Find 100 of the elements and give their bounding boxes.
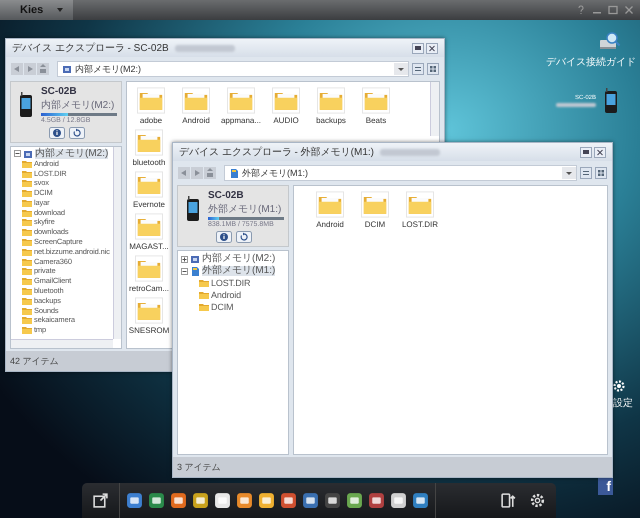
- tree-item[interactable]: 内部メモリ(M2:): [202, 254, 276, 264]
- list-view-button[interactable]: [412, 63, 424, 75]
- scrollbar[interactable]: [11, 339, 113, 348]
- folder-name: adobe: [140, 116, 162, 125]
- app-tile-icon[interactable]: [368, 492, 385, 509]
- app-tile-icon[interactable]: [126, 492, 143, 509]
- dropdown-caret-icon[interactable]: [562, 167, 576, 179]
- social-share-button[interactable]: f: [598, 478, 613, 495]
- address-field[interactable]: 外部メモリ(M1:): [224, 165, 577, 181]
- close-icon[interactable]: [624, 5, 634, 15]
- folder-icon: [199, 302, 209, 312]
- app-tile-icon[interactable]: [346, 492, 363, 509]
- folder-icon: [22, 188, 32, 198]
- folder-icon: [22, 296, 32, 306]
- list-view-button[interactable]: [580, 167, 592, 179]
- icon-view-button[interactable]: [595, 167, 607, 179]
- desktop-icon-label: デバイス接続ガイド: [546, 56, 636, 69]
- folder-icon: [22, 198, 32, 208]
- folder-icon: [22, 217, 32, 228]
- app-tile-icon[interactable]: [390, 492, 407, 509]
- dropdown-caret-icon[interactable]: [394, 63, 408, 75]
- storage-name: 内部メモリ(M2:): [41, 98, 116, 112]
- scrollbar[interactable]: [430, 82, 439, 136]
- help-icon[interactable]: [576, 5, 586, 15]
- app-tile-icon[interactable]: [170, 492, 187, 509]
- expand-icon[interactable]: [181, 256, 188, 262]
- app-tile-icon[interactable]: [236, 492, 253, 509]
- folder-icon: [22, 168, 32, 178]
- folder-name: Android: [316, 220, 344, 229]
- window-title: デバイス エクスプローラ - 外部メモリ(M1:): [179, 146, 374, 159]
- scrollbar[interactable]: [113, 147, 121, 339]
- folder-icon: [22, 227, 32, 238]
- folder-icon: [22, 208, 32, 218]
- folder-name: DCIM: [364, 220, 386, 229]
- close-button[interactable]: [594, 146, 606, 158]
- folder-icon: [22, 246, 32, 257]
- folder-name: MAGAST...: [129, 242, 169, 251]
- app-tile-icon[interactable]: [280, 492, 297, 509]
- phone-transfer-icon[interactable]: [500, 492, 517, 509]
- tree-item[interactable]: Android: [211, 290, 241, 300]
- export-icon[interactable]: [92, 492, 109, 509]
- refresh-button[interactable]: [236, 231, 252, 243]
- refresh-button[interactable]: [69, 127, 85, 139]
- close-button[interactable]: [426, 42, 438, 54]
- collapse-icon[interactable]: [181, 268, 188, 274]
- folder-name: LOST.DIR: [402, 220, 438, 229]
- memory-chip-icon: [62, 64, 72, 74]
- folder-icon: [199, 290, 209, 300]
- redacted-text-mark: [556, 103, 596, 107]
- info-button[interactable]: [49, 127, 65, 139]
- tree-item[interactable]: DCIM: [211, 302, 234, 312]
- folder-name: appmana...: [220, 116, 262, 125]
- magnifier-disk-icon[interactable]: [598, 30, 622, 52]
- info-button[interactable]: [216, 231, 232, 243]
- folder-icon: [22, 276, 32, 286]
- phone-icon: [186, 196, 200, 222]
- caret-icon: [57, 8, 64, 12]
- item-count: 3 アイテム: [177, 460, 221, 474]
- redacted-text-mark: [380, 148, 440, 156]
- app-tile-icon[interactable]: [192, 492, 209, 509]
- memory-chip-icon: [23, 148, 33, 159]
- folder-name: Evernote: [132, 200, 166, 209]
- icon-view-button[interactable]: [427, 63, 439, 75]
- settings-label: 設定: [613, 396, 633, 410]
- folder-icon: [22, 158, 32, 169]
- address-field[interactable]: 内部メモリ(M2:): [57, 61, 409, 77]
- folder-icon: [22, 315, 32, 326]
- app-menu-button[interactable]: Kies: [0, 0, 74, 20]
- app-tile-icon[interactable]: [148, 492, 165, 509]
- app-tile-icon[interactable]: [214, 492, 231, 509]
- tree-item[interactable]: 内部メモリ(M2:): [35, 148, 108, 159]
- folder-name: backups: [316, 116, 346, 125]
- phone-icon: [19, 92, 33, 118]
- folder-icon: [22, 306, 32, 316]
- folder-icon: [22, 237, 32, 248]
- folder-icon: [22, 256, 32, 267]
- restore-button[interactable]: [580, 146, 592, 158]
- folder-name: Beats: [366, 116, 386, 125]
- memory-chip-icon: [190, 254, 200, 264]
- app-tile-icon[interactable]: [302, 492, 319, 509]
- collapse-icon[interactable]: [14, 150, 21, 158]
- device-name: SC-02B: [208, 190, 245, 201]
- tree-item[interactable]: 外部メモリ(M1:): [202, 266, 276, 276]
- phone-icon[interactable]: [604, 88, 618, 114]
- restore-button[interactable]: [412, 42, 424, 54]
- maximize-icon[interactable]: [608, 5, 618, 15]
- folder-icon: [22, 178, 32, 188]
- folder-name: AUDIO: [273, 116, 299, 125]
- app-tile-icon[interactable]: [412, 492, 429, 509]
- settings-icon[interactable]: [529, 492, 546, 509]
- tree-item[interactable]: LOST.DIR: [211, 278, 250, 288]
- sd-card-icon: [190, 266, 200, 276]
- item-count: 42 アイテム: [10, 354, 59, 368]
- folder-name: SNESROM: [128, 326, 170, 335]
- device-name: SC-02B: [41, 86, 78, 97]
- app-tile-icon[interactable]: [258, 492, 275, 509]
- folder-icon: [22, 266, 32, 276]
- app-tile-icon[interactable]: [324, 492, 341, 509]
- folder-icon: [22, 325, 32, 336]
- folder-name: Android: [182, 116, 210, 125]
